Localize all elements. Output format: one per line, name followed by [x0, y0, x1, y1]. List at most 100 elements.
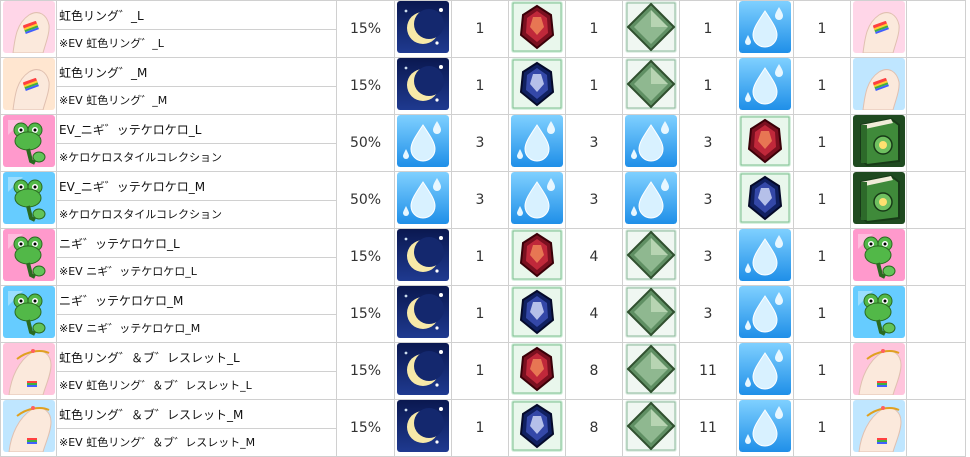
table-row: 虹色リング゛_L ※EV 虹色リング゛_L 15% 1 1 1 1 [0, 0, 966, 58]
material-icon-cell [736, 114, 794, 172]
result-icon-cell [850, 399, 907, 457]
item-note: ※EV 虹色リング゛_M [59, 94, 168, 107]
result-icon-cell [850, 57, 907, 115]
empty-cell [906, 285, 966, 343]
item-name: ニギ゛ッテケロケロ_L [57, 230, 336, 258]
material-count: 1 [793, 57, 851, 115]
red-gem-icon [511, 343, 563, 395]
material-icon-cell [622, 399, 680, 457]
table-row: 虹色リング゛_M ※EV 虹色リング゛_M 15% 1 1 1 1 [0, 57, 966, 115]
rainbow-ring-bracelet-hand-icon [2, 400, 55, 452]
material-count: 1 [679, 0, 737, 58]
material-count: 1 [793, 171, 851, 229]
material-count: 1 [793, 399, 851, 457]
rainbow-ring-hand-icon [852, 58, 905, 110]
empty-cell [906, 171, 966, 229]
item-icon-cell [0, 114, 57, 172]
green-book-icon [852, 172, 905, 224]
empty-cell [906, 114, 966, 172]
material-icon-cell [394, 114, 452, 172]
water-drop-icon [625, 172, 677, 224]
green-frog-icon [2, 229, 55, 281]
material-icon-cell [622, 57, 680, 115]
item-name: ニギ゛ッテケロケロ_M [57, 287, 336, 315]
item-name: 虹色リング゛_L [57, 2, 336, 30]
crescent-moon-icon [397, 229, 449, 281]
material-count: 8 [565, 342, 623, 400]
material-icon-cell [736, 399, 794, 457]
material-count: 1 [451, 285, 509, 343]
green-frog-icon [2, 286, 55, 338]
item-icon-cell [0, 171, 57, 229]
material-icon-cell [508, 228, 566, 286]
material-count: 1 [793, 285, 851, 343]
material-icon-cell [508, 114, 566, 172]
item-name: 虹色リング゛＆ブ゛レスレット_M [57, 401, 336, 429]
item-name: 虹色リング゛＆ブ゛レスレット_L [57, 344, 336, 372]
item-name-cell: ニギ゛ッテケロケロ_M ※EV ニギ゛ッテケロケロ_M [56, 285, 337, 343]
success-rate: 15% [336, 399, 395, 457]
material-count: 1 [565, 0, 623, 58]
result-icon-cell [850, 342, 907, 400]
material-count: 4 [565, 228, 623, 286]
item-name: EV_ニギ゛ッテケロケロ_M [57, 173, 336, 201]
result-icon-cell [850, 0, 907, 58]
material-icon-cell [508, 285, 566, 343]
material-count: 3 [679, 285, 737, 343]
material-count: 1 [451, 399, 509, 457]
rainbow-ring-hand-icon [2, 58, 55, 110]
material-icon-cell [622, 0, 680, 58]
material-icon-cell [736, 171, 794, 229]
material-count: 3 [451, 171, 509, 229]
item-icon-cell [0, 399, 57, 457]
rainbow-ring-bracelet-hand-icon [852, 343, 905, 395]
success-rate: 15% [336, 342, 395, 400]
material-count: 1 [679, 57, 737, 115]
rainbow-ring-bracelet-hand-icon [2, 343, 55, 395]
blue-gem-icon [511, 286, 563, 338]
green-crystal-icon [625, 229, 677, 281]
green-frog-icon [2, 172, 55, 224]
red-gem-icon [511, 229, 563, 281]
material-icon-cell [622, 114, 680, 172]
item-note: ※ケロケロスタイルコレクション [59, 151, 222, 164]
material-icon-cell [508, 0, 566, 58]
item-name: 虹色リング゛_M [57, 59, 336, 87]
material-count: 3 [679, 171, 737, 229]
material-icon-cell [394, 228, 452, 286]
rainbow-ring-bracelet-hand-icon [852, 400, 905, 452]
material-count: 1 [793, 0, 851, 58]
material-count: 3 [679, 114, 737, 172]
material-icon-cell [736, 0, 794, 58]
table-row: EV_ニギ゛ッテケロケロ_M ※ケロケロスタイルコレクション 50% 3 3 3 [0, 171, 966, 229]
red-gem-icon [739, 115, 791, 167]
result-icon-cell [850, 285, 907, 343]
material-count: 1 [793, 228, 851, 286]
item-name-cell: 虹色リング゛_M ※EV 虹色リング゛_M [56, 57, 337, 115]
water-drop-icon [739, 229, 791, 281]
item-note: ※EV 虹色リング゛_L [59, 37, 164, 50]
water-drop-icon [739, 343, 791, 395]
crescent-moon-icon [397, 343, 449, 395]
table-row: ニギ゛ッテケロケロ_L ※EV ニギ゛ッテケロケロ_L 15% 1 4 3 1 [0, 228, 966, 286]
green-frog-icon [2, 115, 55, 167]
material-count: 3 [679, 228, 737, 286]
item-icon-cell [0, 228, 57, 286]
material-count: 3 [565, 171, 623, 229]
item-name-cell: 虹色リング゛＆ブ゛レスレット_M ※EV 虹色リング゛＆ブ゛レスレット_M [56, 399, 337, 457]
material-count: 1 [451, 342, 509, 400]
result-icon-cell [850, 114, 907, 172]
result-icon-cell [850, 171, 907, 229]
water-drop-icon [511, 172, 563, 224]
material-icon-cell [622, 342, 680, 400]
water-drop-icon [397, 115, 449, 167]
water-drop-icon [739, 58, 791, 110]
green-crystal-icon [625, 58, 677, 110]
material-count: 3 [565, 114, 623, 172]
green-crystal-icon [625, 286, 677, 338]
material-icon-cell [508, 171, 566, 229]
material-icon-cell [736, 228, 794, 286]
green-frog-icon [852, 229, 905, 281]
item-note: ※EV 虹色リング゛＆ブ゛レスレット_L [59, 379, 252, 392]
item-note: ※ケロケロスタイルコレクション [59, 208, 222, 221]
